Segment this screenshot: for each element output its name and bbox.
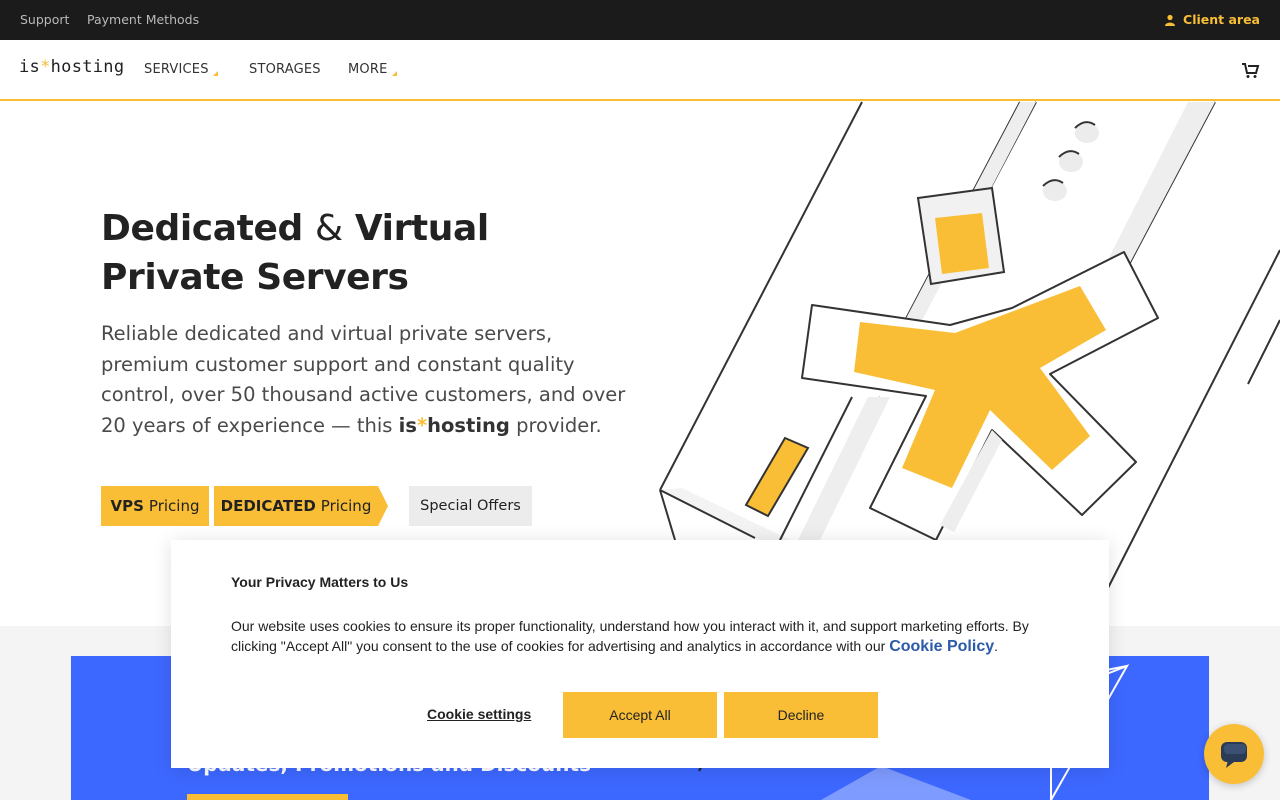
brand-prefix: is — [398, 413, 417, 437]
nav-storages[interactable]: STORAGES — [249, 62, 321, 77]
brand-star: * — [416, 413, 428, 437]
brand-suffix: hosting — [427, 413, 510, 437]
user-icon — [1165, 14, 1176, 26]
vps-pricing-button[interactable]: VPS Pricing — [101, 486, 209, 526]
vps-label-bold: VPS — [110, 497, 144, 515]
brand-name: is*hosting — [399, 414, 510, 437]
cookie-title: Your Privacy Matters to Us — [231, 574, 409, 590]
decline-button[interactable]: Decline — [724, 692, 878, 738]
cart-icon[interactable] — [1240, 60, 1260, 80]
title-virtual: Virtual — [354, 208, 489, 249]
main-nav: is*hosting SERVICES STORAGES MORE — [0, 40, 1280, 101]
client-area-label: Client area — [1183, 12, 1260, 27]
support-link[interactable]: Support — [20, 12, 69, 27]
client-area-link[interactable]: Client area — [1164, 12, 1260, 27]
caret-icon — [391, 71, 397, 76]
payment-methods-link[interactable]: Payment Methods — [87, 12, 199, 27]
cookie-policy-link[interactable]: Cookie Policy — [889, 638, 994, 655]
logo-suffix: hosting — [50, 57, 125, 77]
dedicated-label-bold: DEDICATED — [220, 497, 316, 515]
logo-star: * — [40, 57, 51, 77]
caret-icon — [212, 71, 218, 76]
cookie-settings-button[interactable]: Cookie settings — [427, 706, 531, 722]
dedicated-label-rest: Pricing — [320, 497, 372, 515]
logo[interactable]: is*hosting — [19, 57, 124, 77]
cookie-dialog: Your Privacy Matters to Us Our website u… — [171, 540, 1109, 768]
nav-more-label: MORE — [348, 62, 388, 77]
nav-services-label: SERVICES — [144, 62, 209, 77]
hero-illustration — [659, 101, 1280, 589]
page-title: Dedicated & Virtual Private Servers — [101, 204, 489, 302]
top-bar: Support Payment Methods Client area — [0, 0, 1280, 40]
special-offers-button[interactable]: Special Offers — [409, 486, 532, 526]
title-dedicated: Dedicated — [101, 208, 303, 249]
logo-prefix: is — [19, 57, 41, 77]
title-line2: Private Servers — [101, 257, 409, 298]
hero-description: Reliable dedicated and virtual private s… — [101, 319, 631, 441]
hero-description-end: provider. — [516, 413, 602, 437]
cookie-body: Our website uses cookies to ensure its p… — [231, 618, 1029, 655]
chat-button[interactable] — [1204, 724, 1264, 784]
title-ampersand: & — [314, 208, 343, 249]
nav-storages-label: STORAGES — [249, 62, 321, 77]
promo-button[interactable] — [187, 794, 348, 800]
dedicated-pricing-button[interactable]: DEDICATED Pricing — [214, 486, 388, 526]
nav-services[interactable]: SERVICES — [144, 62, 218, 77]
chat-icon — [1221, 742, 1247, 768]
vps-label-rest: Pricing — [148, 497, 200, 515]
nav-more[interactable]: MORE — [348, 62, 397, 77]
accept-all-button[interactable]: Accept All — [563, 692, 717, 738]
